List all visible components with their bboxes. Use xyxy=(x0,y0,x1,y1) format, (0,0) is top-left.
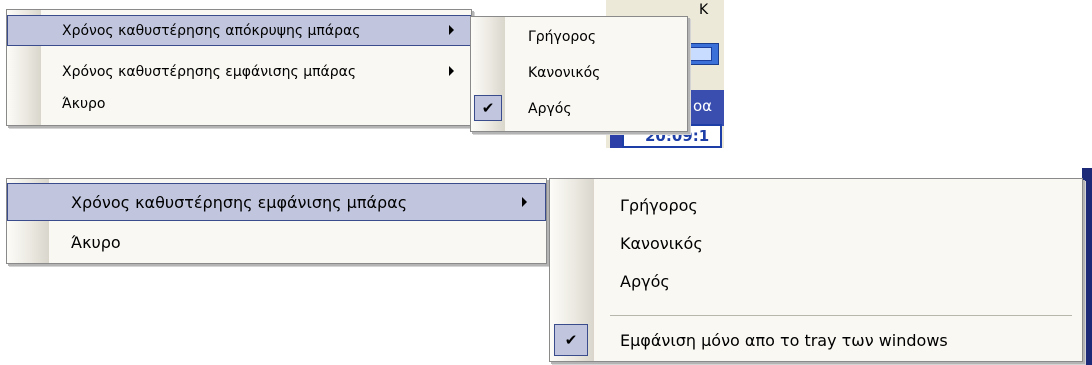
menu-item-label: Αργός xyxy=(620,271,670,291)
menu-item-cancel[interactable]: Άκυρο xyxy=(7,223,546,261)
submenu-arrow-icon xyxy=(522,197,527,207)
submenu-item-fast[interactable]: Γρήγορος xyxy=(471,21,687,52)
submenu-item-normal[interactable]: Κανονικός xyxy=(550,224,1082,262)
bottom-context-menu: Χρόνος καθυστέρησης εμφάνισης μπάρας Άκυ… xyxy=(6,178,547,264)
menu-item-hide-delay[interactable]: Χρόνος καθυστέρησης απόκρυψης μπάρας xyxy=(7,15,471,46)
menu-separator xyxy=(610,315,1072,316)
menu-item-label: Εμφάνιση μόνο απο το tray των windows xyxy=(620,330,948,350)
bottom-submenu-speed: Γρήγορος Κανονικός Αργός ✔ Εμφάνιση μόνο… xyxy=(549,178,1083,362)
check-mark-icon: ✔ xyxy=(474,95,502,121)
background-app-header-text: οα xyxy=(693,97,713,115)
background-window-edge xyxy=(1082,168,1092,365)
menu-item-label: Γρήγορος xyxy=(528,28,597,45)
menu-item-label: Άκυρο xyxy=(71,232,121,252)
menu-item-label: Αργός xyxy=(528,100,572,117)
menu-item-label: Κανονικός xyxy=(620,233,703,253)
menu-item-label: Άκυρο xyxy=(62,95,106,112)
menu-item-label: Γρήγορος xyxy=(620,195,698,215)
menu-item-show-delay[interactable]: Χρόνος καθυστέρησης εμφάνισης μπάρας xyxy=(7,183,546,221)
submenu-arrow-icon xyxy=(449,25,454,35)
check-mark-icon: ✔ xyxy=(554,324,588,356)
top-context-menu: Χρόνος καθυστέρησης απόκρυψης μπάρας Χρό… xyxy=(6,9,472,126)
submenu-arrow-icon xyxy=(449,66,454,76)
menu-item-label: Κανονικός xyxy=(528,64,601,81)
screenshot-stage: Κ οα 20:09:1 Χρόνος καθυστέρησης απόκρυψ… xyxy=(0,0,1092,365)
submenu-item-slow[interactable]: ✔ Αργός xyxy=(471,93,687,124)
top-submenu-speed: Γρήγορος Κανονικός ✔ Αργός xyxy=(470,16,688,132)
menu-item-label: Χρόνος καθυστέρησης εμφάνισης μπάρας xyxy=(71,192,408,212)
submenu-item-tray-only[interactable]: ✔ Εμφάνιση μόνο απο το tray των windows xyxy=(550,321,1082,359)
menu-item-label: Χρόνος καθυστέρησης εμφάνισης μπάρας xyxy=(62,63,357,80)
submenu-item-fast[interactable]: Γρήγορος xyxy=(550,186,1082,224)
forward-arrow-icon xyxy=(690,47,712,61)
menu-item-cancel[interactable]: Άκυρο xyxy=(7,88,471,119)
background-app-partial-label: Κ xyxy=(699,2,709,18)
submenu-item-slow[interactable]: Αργός xyxy=(550,262,1082,300)
menu-item-label: Χρόνος καθυστέρησης απόκρυψης μπάρας xyxy=(62,22,361,39)
menu-item-show-delay[interactable]: Χρόνος καθυστέρησης εμφάνισης μπάρας xyxy=(7,56,471,87)
submenu-item-normal[interactable]: Κανονικός xyxy=(471,57,687,88)
